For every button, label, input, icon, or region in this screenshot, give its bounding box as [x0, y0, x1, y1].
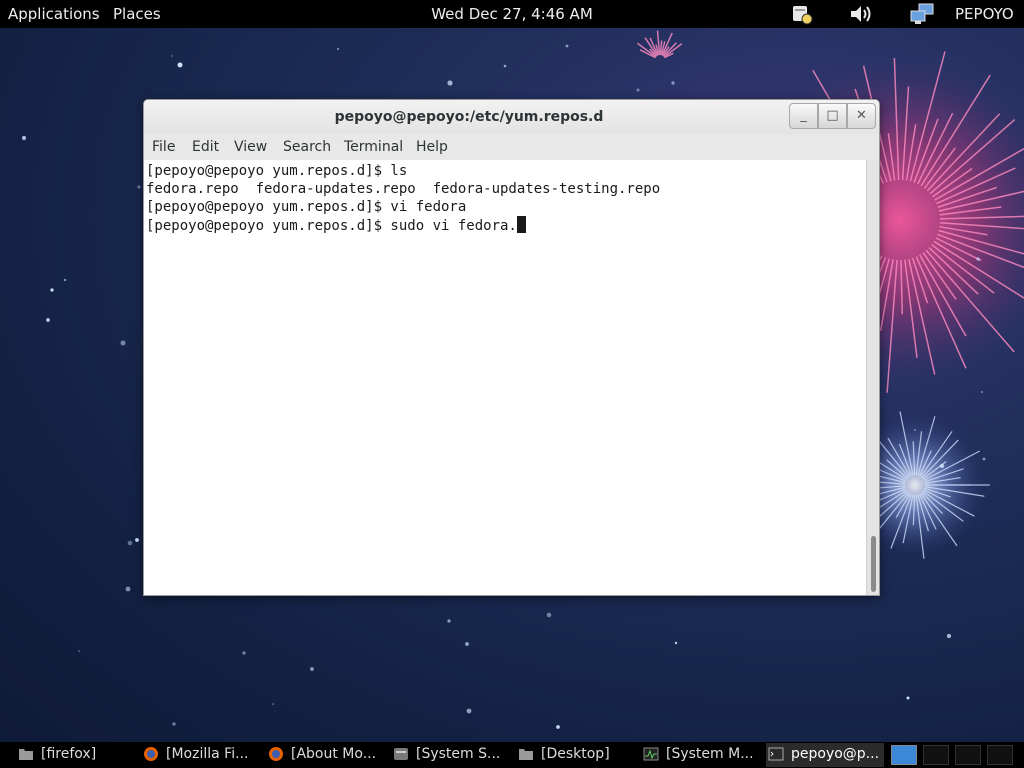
task-label: [System S...: [416, 746, 501, 762]
menu-help[interactable]: Help: [416, 139, 448, 155]
star: [337, 48, 339, 50]
terminal-line: fedora.repo fedora-updates.repo fedora-u…: [146, 181, 661, 197]
star: [272, 703, 274, 705]
star: [674, 641, 678, 645]
menu-edit[interactable]: Edit: [192, 139, 219, 155]
task-label: [Desktop]: [541, 746, 610, 762]
star: [981, 391, 983, 393]
workspace-2[interactable]: [923, 745, 949, 765]
task-label: pepoyo@p...: [791, 746, 880, 762]
task-system-monitor[interactable]: [System M...: [641, 743, 759, 767]
maximize-button[interactable]: □: [818, 103, 847, 129]
star: [565, 44, 569, 48]
top-panel: Applications Places Wed Dec 27, 4:46 AM …: [0, 0, 1024, 28]
terminal-line: [pepoyo@pepoyo yum.repos.d]$ ls: [146, 163, 408, 179]
task-label: [firefox]: [41, 746, 97, 762]
star: [171, 55, 173, 57]
star: [127, 540, 133, 546]
task-mozilla-firefox[interactable]: [Mozilla Fi...: [141, 743, 259, 767]
terminal-command-text: [pepoyo@pepoyo yum.repos.d]$ sudo vi fed…: [146, 218, 517, 234]
bottom-taskbar: [firefox] [Mozilla Fi... [About Mo... [S…: [0, 742, 1024, 768]
text-cursor: [516, 216, 526, 233]
menu-search[interactable]: Search: [283, 139, 331, 155]
star: [982, 457, 986, 461]
star: [465, 642, 469, 646]
terminal-window: pepoyo@pepoyo:/etc/yum.repos.d _ □ ✕ Fil…: [143, 99, 880, 596]
star: [78, 650, 80, 652]
window-title: pepoyo@pepoyo:/etc/yum.repos.d: [334, 109, 604, 125]
folder-icon: [519, 749, 533, 760]
star: [137, 185, 141, 189]
star: [21, 135, 27, 141]
scrollbar-thumb[interactable]: [871, 536, 876, 592]
menu-terminal[interactable]: Terminal: [344, 139, 403, 155]
window-titlebar[interactable]: pepoyo@pepoyo:/etc/yum.repos.d _ □ ✕: [144, 100, 879, 134]
star: [556, 725, 560, 729]
star: [310, 667, 314, 671]
star: [636, 88, 640, 92]
star: [914, 429, 916, 431]
star: [671, 81, 675, 85]
menu-bar: File Edit View Search Terminal Help: [144, 134, 879, 160]
terminal-icon: [768, 747, 784, 761]
minimize-button[interactable]: _: [789, 103, 818, 129]
star: [177, 62, 183, 68]
star: [447, 619, 451, 623]
star: [242, 651, 246, 655]
star: [172, 722, 176, 726]
task-terminal[interactable]: pepoyo@p...: [766, 743, 884, 767]
workspace-1[interactable]: [891, 745, 917, 765]
star: [939, 463, 945, 469]
notification-icon[interactable]: [791, 3, 813, 25]
star: [906, 696, 910, 700]
terminal-line: [pepoyo@pepoyo yum.repos.d]$ vi fedora: [146, 199, 467, 215]
star: [46, 318, 50, 322]
workspace-3[interactable]: [955, 745, 981, 765]
task-desktop[interactable]: [Desktop]: [516, 743, 634, 767]
star: [976, 257, 980, 261]
close-button[interactable]: ✕: [847, 103, 876, 129]
volume-icon[interactable]: [849, 3, 873, 25]
terminal-scrollbar[interactable]: [866, 160, 879, 595]
task-system-settings[interactable]: [System S...: [391, 743, 509, 767]
star: [50, 288, 54, 292]
terminal-prompt-line: [pepoyo@pepoyo yum.repos.d]$ sudo vi fed…: [146, 216, 866, 234]
folder-icon: [19, 749, 33, 760]
task-label: [System M...: [666, 746, 754, 762]
settings-icon: [394, 748, 408, 760]
system-monitor-icon: [643, 747, 659, 761]
task-label: [Mozilla Fi...: [166, 746, 249, 762]
task-firefox-folder[interactable]: [firefox]: [16, 743, 134, 767]
star: [120, 340, 126, 346]
star: [447, 80, 453, 86]
star: [63, 278, 67, 282]
task-about-mozilla[interactable]: [About Mo...: [266, 743, 384, 767]
star: [125, 586, 131, 592]
terminal-output[interactable]: [pepoyo@pepoyo yum.repos.d]$ ls fedora.r…: [144, 160, 866, 595]
firefox-icon: [144, 747, 158, 761]
menu-file[interactable]: File: [152, 139, 175, 155]
user-menu[interactable]: PEPOYO: [955, 5, 1014, 23]
star: [546, 612, 552, 618]
star: [503, 64, 507, 68]
menu-view[interactable]: View: [234, 139, 267, 155]
star: [135, 538, 139, 542]
firefox-icon: [269, 747, 283, 761]
network-icon[interactable]: [910, 3, 936, 25]
star: [466, 708, 472, 714]
star: [946, 633, 952, 639]
workspace-4[interactable]: [987, 745, 1013, 765]
task-label: [About Mo...: [291, 746, 377, 762]
